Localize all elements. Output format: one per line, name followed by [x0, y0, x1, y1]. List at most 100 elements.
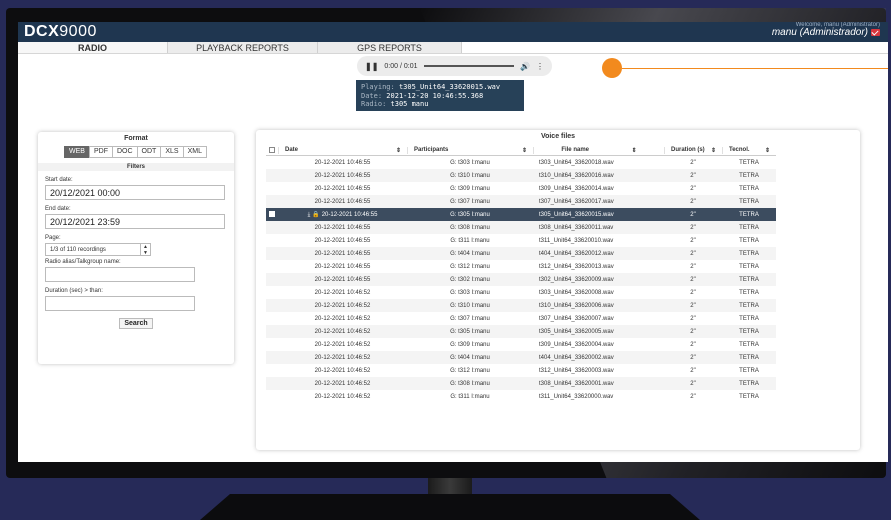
download-icon[interactable]: ⤓ — [308, 212, 311, 218]
cell-file: t312_Unit64_33620003.wav — [539, 367, 614, 374]
format-odt-button[interactable]: ODT — [136, 146, 162, 158]
cell-participants: G: t312 I:manu — [450, 263, 490, 270]
cell-duration: 2" — [690, 211, 696, 218]
radio-label: Radio: — [361, 100, 387, 108]
annotation-line — [622, 68, 888, 69]
chevron-down-icon[interactable]: ▼ — [143, 250, 148, 256]
filters-panel: Format WEB PDF DOC ODT XLS XML Filters S… — [38, 132, 234, 364]
table-row[interactable]: 20-12-2021 10:46:52 G: t310 I:manu t310_Un… — [266, 299, 776, 312]
table-row[interactable]: 20-12-2021 10:46:55 G: t404 I:manu t404_Un… — [266, 247, 776, 260]
cell-tech: TETRA — [739, 211, 759, 218]
cell-file: t310_Unit64_33620016.wav — [539, 172, 614, 179]
sort-icon[interactable]: ⇕ — [632, 147, 637, 154]
lock-icon[interactable]: 🔒 — [312, 212, 319, 218]
playing-date: 2021-12-20 10:46:55.368 — [386, 91, 484, 100]
cell-duration: 2" — [690, 276, 696, 283]
cell-tech: TETRA — [739, 250, 759, 257]
sort-icon[interactable]: ⇕ — [765, 147, 770, 154]
table-row[interactable]: 20-12-2021 10:46:52 G: t307 I:manu t307_Un… — [266, 312, 776, 325]
cell-tech: TETRA — [739, 159, 759, 166]
cell-duration: 2" — [690, 315, 696, 322]
audio-player: ❚❚ 0:00 / 0:01 🔊 ⋮ — [357, 56, 552, 76]
cell-tech: TETRA — [739, 276, 759, 283]
row-checkbox[interactable] — [269, 210, 275, 217]
table-row[interactable]: 20-12-2021 10:46:55 G: t303 I:manu t303_Un… — [266, 156, 776, 169]
cell-participants: G: t310 I:manu — [450, 172, 490, 179]
voice-files-title: Voice files — [540, 133, 576, 140]
cell-participants: G: t307 I:manu — [450, 198, 490, 205]
format-xml-button[interactable]: XML — [182, 146, 207, 158]
cell-participants: G: t311 I:manu — [450, 237, 490, 244]
format-buttons: WEB PDF DOC ODT XLS XML — [38, 146, 234, 158]
cell-duration: 2" — [690, 367, 696, 374]
sort-icon[interactable]: ⇕ — [711, 147, 716, 154]
cell-date: 20-12-2021 10:46:55 — [314, 263, 371, 270]
table-row[interactable]: 20-12-2021 10:46:55 G: t310 I:manu t310_Un… — [266, 169, 776, 182]
duration-input[interactable] — [45, 296, 195, 311]
more-options-icon[interactable]: ⋮ — [536, 62, 544, 71]
table-header: Date ⇕ Participants ⇕ File name ⇕ Duration … — [266, 146, 776, 156]
monitor-stand-base — [200, 494, 700, 520]
search-button[interactable]: Search — [119, 318, 153, 329]
voice-files-table: Date ⇕ Participants ⇕ File name ⇕ Duration … — [266, 146, 776, 403]
tab-gps-reports[interactable]: GPS REPORTS — [318, 42, 462, 53]
cell-file: t404_Unit64_33620012.wav — [539, 250, 614, 257]
table-row[interactable]: 20-12-2021 10:46:55 G: t307 I:manu t307_Un… — [266, 195, 776, 208]
pause-icon[interactable]: ❚❚ — [365, 62, 378, 71]
column-participants[interactable]: Participants ⇕ — [407, 147, 533, 154]
format-doc-button[interactable]: DOC — [111, 146, 138, 158]
table-row[interactable]: 20-12-2021 10:46:52 G: t303 I:manu t303_Un… — [266, 286, 776, 299]
volume-icon[interactable]: 🔊 — [520, 62, 530, 71]
table-row[interactable]: 20-12-2021 10:46:55 G: t302 I:manu t302_Un… — [266, 273, 776, 286]
table-row[interactable]: 20-12-2021 10:46:52 G: t305 I:manu t305_Un… — [266, 325, 776, 338]
cell-tech: TETRA — [739, 302, 759, 309]
cell-date: 20-12-2021 10:46:52 — [314, 315, 371, 322]
format-pdf-button[interactable]: PDF — [88, 146, 113, 158]
page-stepper[interactable]: ▲ ▼ — [141, 243, 151, 256]
table-row[interactable]: 20-12-2021 10:46:55 G: t309 I:manu t309_Un… — [266, 182, 776, 195]
cell-participants: G: t309 I:manu — [450, 185, 490, 192]
column-duration[interactable]: Duration (s) ⇕ — [664, 147, 722, 154]
table-row[interactable]: 20-12-2021 10:46:52 G: t404 I:manu t404_Un… — [266, 351, 776, 364]
cell-participants: G: t305 I:manu — [450, 211, 490, 218]
mail-icon[interactable] — [871, 29, 880, 36]
cell-date: 20-12-2021 10:46:55 — [314, 159, 371, 166]
cell-tech: TETRA — [739, 185, 759, 192]
cell-tech: TETRA — [739, 289, 759, 296]
table-row[interactable]: 20-12-2021 10:46:55 G: t312 I:manu t312_Un… — [266, 260, 776, 273]
alias-input[interactable] — [45, 267, 195, 282]
table-row[interactable]: 20-12-2021 10:46:52 G: t312 I:manu t312_Un… — [266, 364, 776, 377]
table-row[interactable]: 20-12-2021 10:46:55 G: t308 I:manu t308_Un… — [266, 221, 776, 234]
format-xls-button[interactable]: XLS — [160, 146, 184, 158]
cell-date: 20-12-2021 10:46:55 — [314, 250, 371, 257]
page-select[interactable]: 1/3 of 110 recordings — [45, 243, 141, 256]
column-tecnol[interactable]: Tecnol. ⇕ — [722, 147, 776, 154]
cell-date: 20-12-2021 10:46:55 — [314, 172, 371, 179]
cell-file: t308_Unit64_33620011.wav — [539, 224, 614, 231]
table-row[interactable]: 20-12-2021 10:46:52 G: t308 I:manu t308_Un… — [266, 377, 776, 390]
column-date[interactable]: Date ⇕ — [278, 147, 407, 154]
select-all-checkbox[interactable] — [269, 146, 275, 153]
cell-participants: G: t308 I:manu — [450, 380, 490, 387]
table-row[interactable]: ⤓ 🔒 20-12-2021 10:46:55 G: t305 I:manu t305_… — [266, 208, 776, 221]
sort-icon[interactable]: ⇕ — [522, 147, 527, 154]
main-tabs: RADIO PLAYBACK REPORTS GPS REPORTS — [18, 42, 888, 54]
tab-playback-reports[interactable]: PLAYBACK REPORTS — [168, 42, 318, 53]
start-date-input[interactable]: 20/12/2021 00:00 — [45, 185, 225, 200]
table-row[interactable]: 20-12-2021 10:46:52 G: t311 I:manu t311_Un… — [266, 390, 776, 403]
end-date-input[interactable]: 20/12/2021 23:59 — [45, 214, 225, 229]
table-row[interactable]: 20-12-2021 10:46:55 G: t311 I:manu t311_Un… — [266, 234, 776, 247]
now-playing-info: Playing: t305_Unit64_33620015.wav Date: … — [356, 80, 524, 111]
seek-slider[interactable] — [423, 65, 515, 67]
cell-duration: 2" — [690, 393, 696, 400]
table-row[interactable]: 20-12-2021 10:46:52 G: t309 I:manu t309_Un… — [266, 338, 776, 351]
format-web-button[interactable]: WEB — [64, 146, 90, 158]
cell-file: t308_Unit64_33620001.wav — [539, 380, 614, 387]
cell-tech: TETRA — [739, 328, 759, 335]
tab-radio[interactable]: RADIO — [18, 42, 168, 53]
column-file-name[interactable]: File name ⇕ — [533, 147, 664, 154]
page-selector: 1/3 of 110 recordings ▲ ▼ — [45, 243, 234, 256]
cell-participants: G: t404 I:manu — [450, 250, 490, 257]
user-menu[interactable]: manu (Administrador) — [772, 27, 880, 38]
sort-icon[interactable]: ⇕ — [396, 147, 401, 154]
